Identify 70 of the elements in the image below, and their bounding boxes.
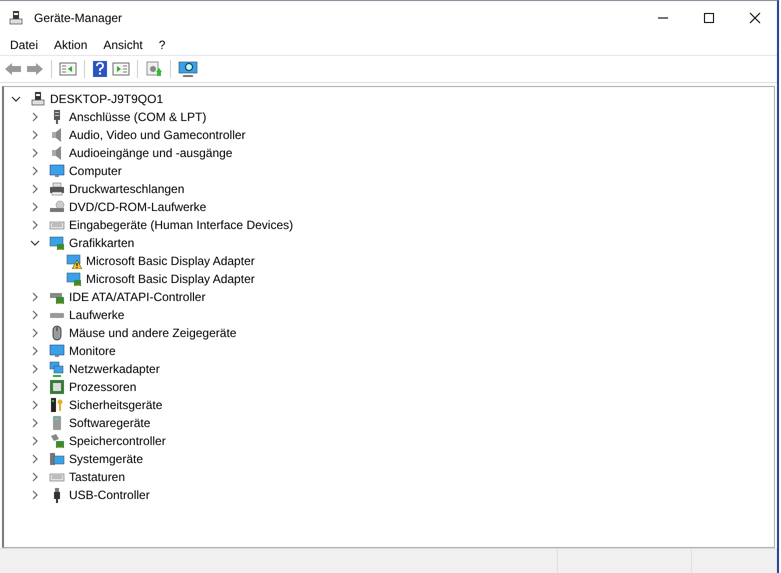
tree-item[interactable]: Prozessoren — [68, 380, 138, 394]
chevron-right-icon[interactable] — [30, 130, 40, 140]
window-title: Geräte-Manager — [34, 10, 122, 24]
system-device-icon — [49, 451, 65, 467]
tree-item[interactable]: Grafikkarten — [68, 236, 136, 250]
network-icon — [49, 361, 65, 377]
computer-icon — [8, 10, 24, 26]
tree-item[interactable]: Audio, Video und Gamecontroller — [68, 128, 247, 142]
maximize-icon[interactable] — [703, 12, 715, 24]
close-icon[interactable] — [749, 12, 761, 24]
chevron-right-icon[interactable] — [30, 382, 40, 392]
tree-item[interactable]: Microsoft Basic Display Adapter — [85, 254, 256, 268]
menu-item[interactable]: Datei — [2, 38, 46, 52]
help-icon[interactable] — [92, 60, 108, 78]
tree-item[interactable]: USB-Controller — [68, 488, 151, 502]
computer-icon — [30, 91, 46, 107]
chip-icon — [49, 379, 65, 395]
tree-item[interactable]: Sicherheitsgeräte — [68, 398, 164, 412]
menu-item[interactable]: Ansicht — [95, 38, 151, 52]
tree-item[interactable]: Mäuse und andere Zeigegeräte — [68, 326, 238, 340]
tree-item[interactable]: Druckwarteschlangen — [68, 182, 186, 196]
update-driver-icon[interactable] — [145, 60, 163, 78]
tree-item[interactable]: Monitore — [68, 344, 117, 358]
chevron-right-icon[interactable] — [30, 202, 40, 212]
monitor-search-icon[interactable] — [178, 60, 198, 78]
back-arrow-icon[interactable] — [4, 61, 22, 77]
printer-icon — [49, 181, 65, 197]
tree-item[interactable]: Computer — [68, 164, 123, 178]
panel-icon[interactable] — [59, 61, 77, 77]
menu-item[interactable]: Aktion — [46, 38, 96, 52]
chevron-right-icon[interactable] — [30, 166, 40, 176]
tree-item[interactable]: DESKTOP-J9T9QO1 — [49, 92, 164, 106]
chevron-right-icon[interactable] — [30, 418, 40, 428]
tree-item[interactable]: Laufwerke — [68, 308, 126, 322]
chevron-right-icon[interactable] — [30, 436, 40, 446]
monitor-icon — [49, 343, 65, 359]
chevron-right-icon[interactable] — [30, 346, 40, 356]
chevron-right-icon[interactable] — [30, 220, 40, 230]
tree-item[interactable]: Anschlüsse (COM & LPT) — [68, 110, 208, 124]
chevron-down-icon[interactable] — [11, 94, 21, 104]
chevron-right-icon[interactable] — [30, 490, 40, 500]
monitor-icon — [49, 163, 65, 179]
chevron-right-icon[interactable] — [30, 400, 40, 410]
panel-icon[interactable] — [112, 61, 130, 77]
tree-item[interactable]: Netzwerkadapter — [68, 362, 161, 376]
tree-item[interactable]: DVD/CD-ROM-Laufwerke — [68, 200, 208, 214]
display-card-icon — [49, 235, 65, 251]
chevron-right-icon[interactable] — [30, 328, 40, 338]
key-icon — [49, 397, 65, 413]
chevron-right-icon[interactable] — [30, 148, 40, 158]
chevron-right-icon[interactable] — [30, 364, 40, 374]
tree-item[interactable]: Eingabegeräte (Human Interface Devices) — [68, 218, 294, 232]
tree-item[interactable]: IDE ATA/ATAPI-Controller — [68, 290, 206, 304]
chevron-right-icon[interactable] — [30, 292, 40, 302]
menu-item[interactable]: ? — [150, 38, 174, 52]
chevron-right-icon[interactable] — [30, 472, 40, 482]
storage-icon — [49, 433, 65, 449]
tree-item[interactable]: Tastaturen — [68, 470, 126, 484]
tree-item[interactable]: Speichercontroller — [68, 434, 167, 448]
chevron-right-icon[interactable] — [30, 454, 40, 464]
tree-item[interactable]: Audioeingänge und -ausgänge — [68, 146, 234, 160]
chevron-right-icon[interactable] — [30, 184, 40, 194]
chevron-right-icon[interactable] — [30, 112, 40, 122]
tree-item[interactable]: Softwaregeräte — [68, 416, 152, 430]
chevron-down-icon[interactable] — [30, 238, 40, 248]
tree-item[interactable]: Systemgeräte — [68, 452, 144, 466]
chevron-right-icon[interactable] — [30, 310, 40, 320]
disc-drive-icon — [49, 199, 65, 215]
tree-item[interactable]: Microsoft Basic Display Adapter — [85, 272, 256, 286]
forward-arrow-icon[interactable] — [26, 61, 44, 77]
